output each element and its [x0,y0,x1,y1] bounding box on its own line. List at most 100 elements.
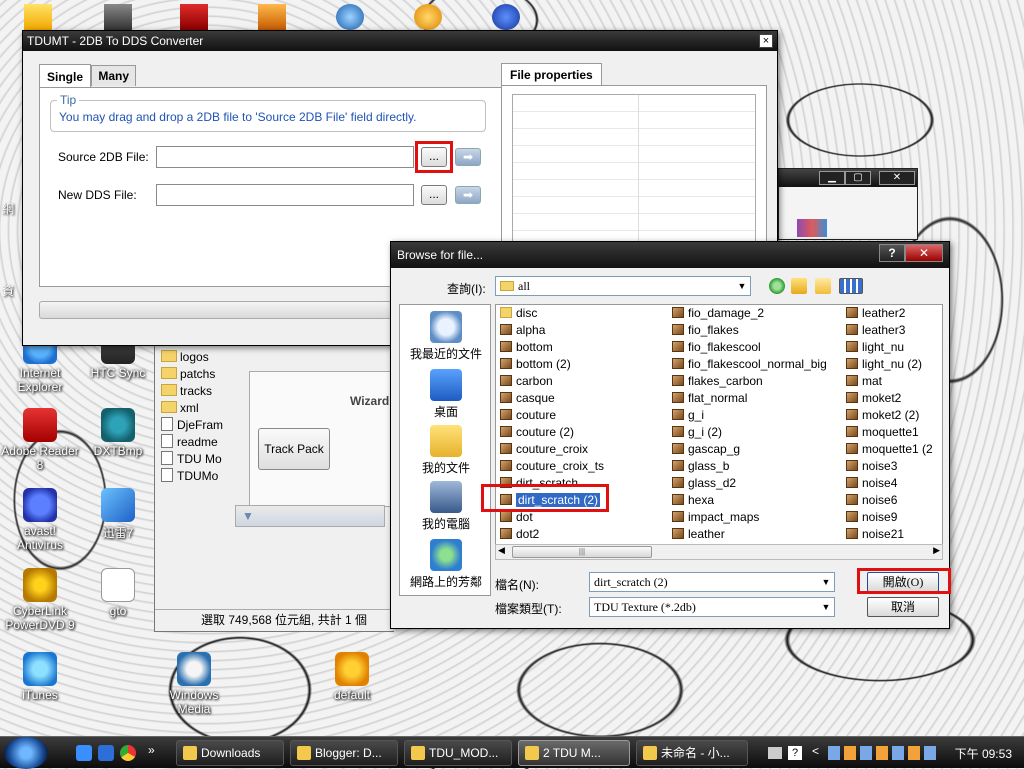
keyboard-icon[interactable] [768,747,782,759]
new-dds-field[interactable] [156,184,414,206]
file-item[interactable]: flakes_carbon [672,373,827,390]
file-item[interactable]: moket2 (2) [846,407,933,424]
file-item[interactable]: g_i (2) [672,424,827,441]
lookin-combo[interactable]: all ▼ [495,276,751,296]
clock[interactable]: 下午 09:53 [955,745,1012,762]
chrome-icon[interactable] [120,745,136,761]
tree-item[interactable]: patchs [161,366,223,383]
desktop-top-icon-7[interactable] [492,4,520,30]
cancel-button[interactable]: 取消 [867,597,939,617]
desktop-top-icon-1[interactable] [24,4,52,30]
file-item[interactable]: couture_croix_ts [500,458,604,475]
filetype-combo[interactable]: TDU Texture (*.2db) ▼ [589,597,835,617]
file-item[interactable]: couture [500,407,604,424]
file-item[interactable]: leather2 [846,305,933,322]
tree-item[interactable]: logos [161,349,223,366]
tree-item[interactable]: readme [161,434,223,451]
file-item[interactable]: light_nu (2) [846,356,933,373]
background-window[interactable]: ▁ ▢ ✕ [778,168,918,240]
back-icon[interactable] [769,278,785,294]
taskbar-button-tdu-group[interactable]: 2 TDU M... [518,740,630,766]
tab-single[interactable]: Single [39,64,92,89]
dds-browse-button[interactable]: ... [421,185,447,205]
tree-item[interactable]: TDU Mo [161,451,223,468]
file-item[interactable]: leather [672,526,827,543]
file-item[interactable]: bottom [500,339,604,356]
scroll-left-icon[interactable]: ◀ [498,545,505,556]
horizontal-scrollbar[interactable]: ◀ ||| ▶ [495,544,943,560]
new-folder-icon[interactable] [815,278,831,294]
file-item[interactable]: hexa [672,492,827,509]
desktop-icon-default[interactable]: default [312,652,392,702]
desktop-icon-avast[interactable]: avast! Antivirus [0,488,80,552]
place-recent[interactable]: 我最近的文件 [400,311,492,362]
desktop-top-icon-5[interactable] [336,4,364,30]
file-item[interactable]: leather3 [846,322,933,339]
ie-quicklaunch-icon-2[interactable] [98,745,114,761]
desktop-top-icon-3[interactable] [180,4,208,30]
taskbar-button-downloads[interactable]: Downloads [176,740,284,766]
file-item[interactable]: light_nu [846,339,933,356]
up-folder-icon[interactable] [791,278,807,294]
close-button[interactable]: × [759,34,773,48]
file-item[interactable]: noise6 [846,492,933,509]
file-item[interactable]: couture_croix [500,441,604,458]
tree-item[interactable]: TDUMo [161,468,223,485]
desktop-icon-windows-media[interactable]: Windows Media [154,652,234,716]
file-item[interactable]: mat [846,373,933,390]
place-my-documents[interactable]: 我的文件 [400,425,492,476]
desktop-top-icon-6[interactable] [414,4,442,30]
desktop-top-icon-2[interactable] [104,4,132,30]
file-item[interactable]: couture (2) [500,424,604,441]
file-item[interactable]: moket2 [846,390,933,407]
tree-item[interactable]: tracks [161,383,223,400]
place-desktop[interactable]: 桌面 [400,369,492,420]
file-item[interactable]: casque [500,390,604,407]
tab-many[interactable]: Many [91,65,137,86]
file-item[interactable]: carbon [500,373,604,390]
scroll-thumb[interactable]: ||| [512,546,652,558]
taskbar-button-tdu-mod[interactable]: TDU_MOD... [404,740,512,766]
tray-expand-icon[interactable]: < [812,744,819,758]
desktop-icon-thunder[interactable]: 迅雷7 [78,488,158,541]
file-item[interactable]: disc [500,305,604,322]
ie-quicklaunch-icon[interactable] [76,745,92,761]
chevron-down-icon[interactable]: ▼ [818,598,834,616]
source-go-button[interactable]: ➡ [455,148,481,166]
file-item[interactable]: noise3 [846,458,933,475]
file-item[interactable]: gascap_g [672,441,827,458]
file-item[interactable]: fio_damage_2 [672,305,827,322]
tray-icons[interactable] [828,746,938,760]
file-item[interactable]: noise9 [846,509,933,526]
taskbar-button-notepad[interactable]: 未命名 - 小... [636,740,748,766]
taskbar-button-blogger[interactable]: Blogger: D... [290,740,398,766]
file-item[interactable]: alpha [500,322,604,339]
file-item[interactable]: fio_flakes [672,322,827,339]
filename-combo[interactable]: dirt_scratch (2) ▼ [589,572,835,592]
file-list[interactable]: disc alpha bottom bottom (2) carbon casque cou… [495,304,943,560]
place-my-computer[interactable]: 我的電腦 [400,481,492,532]
file-item[interactable]: fio_flakescool [672,339,827,356]
file-item[interactable]: bottom (2) [500,356,604,373]
file-item[interactable]: glass_d2 [672,475,827,492]
view-menu-icon[interactable] [839,278,863,294]
desktop-icon-powerdvd[interactable]: CyberLink PowerDVD 9 [0,568,80,632]
tree-item[interactable]: DjeFram [161,417,223,434]
chevron-down-icon[interactable]: ▼ [818,573,834,591]
dds-go-button[interactable]: ➡ [455,186,481,204]
quicklaunch-more[interactable]: » [148,743,155,757]
desktop-icon-gto[interactable]: gto [78,568,158,618]
file-item[interactable]: noise21 [846,526,933,543]
place-network[interactable]: 網路上的芳鄰 [400,539,492,590]
track-pack-button[interactable]: Track Pack [258,428,330,470]
desktop-top-icon-4[interactable] [258,4,286,30]
folder-tree[interactable]: logos patchs tracks xml DjeFram readme T… [161,349,223,485]
tree-item[interactable]: xml [161,400,223,417]
scroll-right-icon[interactable]: ▶ [933,545,940,556]
chevron-down-icon[interactable]: ▼ [734,277,750,295]
file-item[interactable]: moquette1 (2 [846,441,933,458]
file-item[interactable]: g_i [672,407,827,424]
start-button[interactable] [4,737,48,769]
file-item[interactable]: fio_flakescool_normal_big [672,356,827,373]
file-item[interactable]: impact_maps [672,509,827,526]
